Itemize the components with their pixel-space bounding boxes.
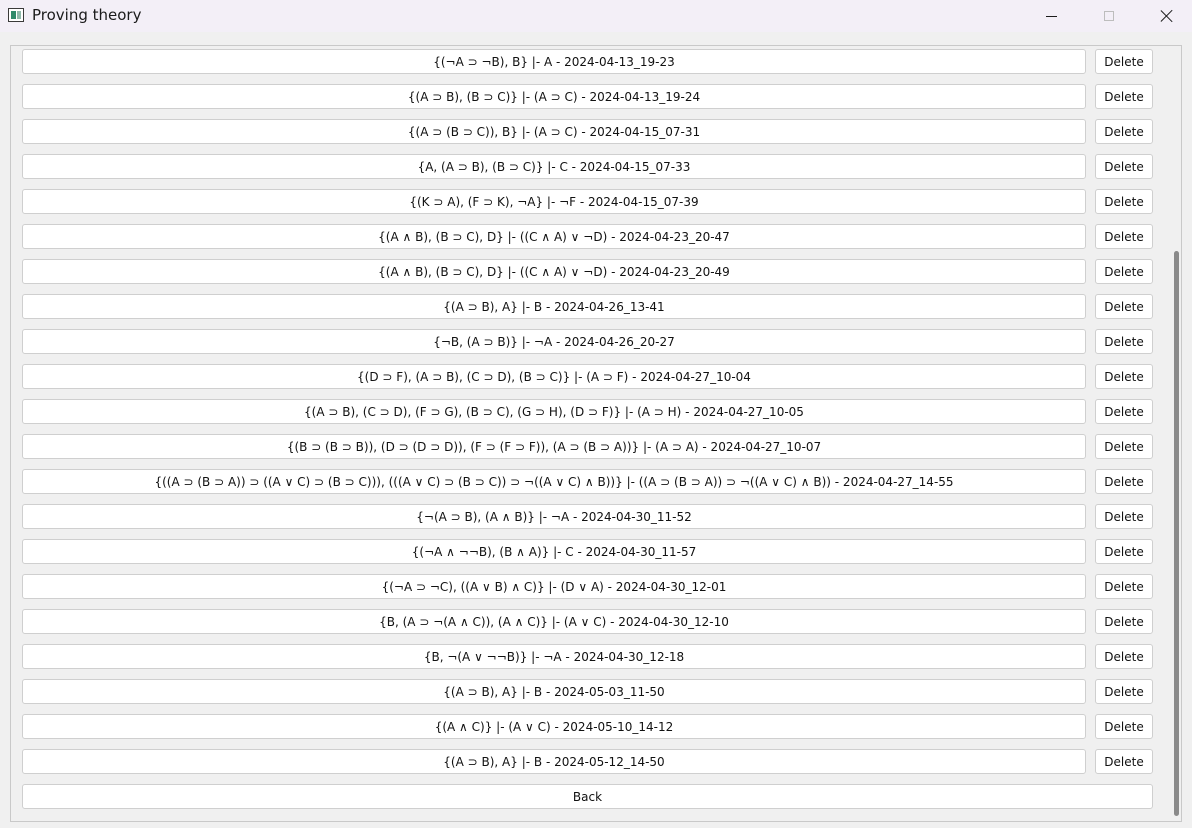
delete-button[interactable]: Delete [1095, 329, 1153, 354]
proof-entry-button[interactable]: {(A ⊃ B), A} |- B - 2024-05-12_14-50 [22, 749, 1086, 774]
proof-row: {B, (A ⊃ ¬(A ∧ C)), (A ∧ C)} |- (A ∨ C) … [22, 609, 1154, 644]
delete-button[interactable]: Delete [1095, 644, 1153, 669]
delete-button[interactable]: Delete [1095, 119, 1153, 144]
proof-entry-button[interactable]: {(D ⊃ F), (A ⊃ B), (C ⊃ D), (B ⊃ C)} |- … [22, 364, 1086, 389]
delete-button[interactable]: Delete [1095, 259, 1153, 284]
proof-entry-button[interactable]: {(A ⊃ B), A} |- B - 2024-05-03_11-50 [22, 679, 1086, 704]
app-window-icon [8, 8, 24, 22]
proof-row: {(A ⊃ B), A} |- B - 2024-04-26_13-41 Dele… [22, 294, 1154, 329]
minimize-button[interactable] [1022, 0, 1080, 32]
proof-row: {((A ⊃ (B ⊃ A)) ⊃ ((A ∨ C) ⊃ (B ⊃ C))), … [22, 469, 1154, 504]
proof-row: {(K ⊃ A), (F ⊃ K), ¬A} |- ¬F - 2024-04-1… [22, 189, 1154, 224]
delete-button[interactable]: Delete [1095, 224, 1153, 249]
proof-entry-button[interactable]: {(¬A ⊃ ¬C), ((A ∨ B) ∧ C)} |- (D ∨ A) - … [22, 574, 1086, 599]
proof-row: {B, ¬(A ∨ ¬¬B)} |- ¬A - 2024-04-30_12-18… [22, 644, 1154, 679]
delete-button[interactable]: Delete [1095, 84, 1153, 109]
scrollbar-thumb[interactable] [1174, 251, 1179, 816]
proof-entry-button[interactable]: {(¬A ⊃ ¬B), B} |- A - 2024-04-13_19-23 [22, 49, 1086, 74]
delete-button[interactable]: Delete [1095, 504, 1153, 529]
maximize-button[interactable] [1080, 0, 1138, 32]
proof-entry-button[interactable]: {(A ⊃ B), (B ⊃ C)} |- (A ⊃ C) - 2024-04-… [22, 84, 1086, 109]
proof-entry-button[interactable]: {(B ⊃ (B ⊃ B)), (D ⊃ (D ⊃ D)), (F ⊃ (F ⊃… [22, 434, 1086, 459]
delete-button[interactable]: Delete [1095, 469, 1153, 494]
close-icon [1160, 9, 1174, 23]
proof-entry-button[interactable]: {¬(A ⊃ B), (A ∧ B)} |- ¬A - 2024-04-30_1… [22, 504, 1086, 529]
proof-entry-button[interactable]: {(A ∧ B), (B ⊃ C), D} |- ((C ∧ A) ∨ ¬D) … [22, 259, 1086, 284]
proof-entry-button[interactable]: {(A ∧ C)} |- (A ∨ C) - 2024-05-10_14-12 [22, 714, 1086, 739]
delete-button[interactable]: Delete [1095, 539, 1153, 564]
delete-button[interactable]: Delete [1095, 749, 1153, 774]
delete-button[interactable]: Delete [1095, 574, 1153, 599]
delete-button[interactable]: Delete [1095, 364, 1153, 389]
proof-row: {(¬A ⊃ ¬B), B} |- A - 2024-04-13_19-23 De… [22, 49, 1154, 84]
proof-entry-button[interactable]: {(A ⊃ (B ⊃ C)), B} |- (A ⊃ C) - 2024-04-… [22, 119, 1086, 144]
title-bar: Proving theory [0, 0, 1192, 32]
proof-row: {¬(A ⊃ B), (A ∧ B)} |- ¬A - 2024-04-30_1… [22, 504, 1154, 539]
proof-entry-button[interactable]: {(¬A ∧ ¬¬B), (B ∧ A)} |- C - 2024-04-30_… [22, 539, 1086, 564]
proof-entry-button[interactable]: {A, (A ⊃ B), (B ⊃ C)} |- C - 2024-04-15_… [22, 154, 1086, 179]
proof-entry-button[interactable]: {B, ¬(A ∨ ¬¬B)} |- ¬A - 2024-04-30_12-18 [22, 644, 1086, 669]
close-button[interactable] [1138, 0, 1192, 32]
proof-row: {(B ⊃ (B ⊃ B)), (D ⊃ (D ⊃ D)), (F ⊃ (F ⊃… [22, 434, 1154, 469]
proof-row: {(A ⊃ B), A} |- B - 2024-05-12_14-50 Dele… [22, 749, 1154, 784]
proof-entry-button[interactable]: {(A ⊃ B), A} |- B - 2024-04-26_13-41 [22, 294, 1086, 319]
proof-row: {(A ∧ C)} |- (A ∨ C) - 2024-05-10_14-12 D… [22, 714, 1154, 749]
saved-proofs-list: {(¬A ⊃ ¬B), B} |- A - 2024-04-13_19-23 De… [22, 49, 1154, 784]
proof-row: {(A ⊃ B), (B ⊃ C)} |- (A ⊃ C) - 2024-04-… [22, 84, 1154, 119]
delete-button[interactable]: Delete [1095, 714, 1153, 739]
proof-row: {A, (A ⊃ B), (B ⊃ C)} |- C - 2024-04-15_… [22, 154, 1154, 189]
delete-button[interactable]: Delete [1095, 294, 1153, 319]
back-button[interactable]: Back [22, 784, 1153, 809]
proofs-panel: {(¬A ⊃ ¬B), B} |- A - 2024-04-13_19-23 De… [10, 45, 1182, 822]
minimize-icon [1045, 15, 1057, 17]
proof-row: {(A ⊃ B), A} |- B - 2024-05-03_11-50 Dele… [22, 679, 1154, 714]
proof-entry-button[interactable]: {¬B, (A ⊃ B)} |- ¬A - 2024-04-26_20-27 [22, 329, 1086, 354]
proof-entry-button[interactable]: {(K ⊃ A), (F ⊃ K), ¬A} |- ¬F - 2024-04-1… [22, 189, 1086, 214]
delete-button[interactable]: Delete [1095, 49, 1153, 74]
delete-button[interactable]: Delete [1095, 154, 1153, 179]
proof-entry-button[interactable]: {B, (A ⊃ ¬(A ∧ C)), (A ∧ C)} |- (A ∨ C) … [22, 609, 1086, 634]
delete-button[interactable]: Delete [1095, 609, 1153, 634]
proof-row: {(A ⊃ B), (C ⊃ D), (F ⊃ G), (B ⊃ C), (G … [22, 399, 1154, 434]
delete-button[interactable]: Delete [1095, 399, 1153, 424]
proof-row: {(A ⊃ (B ⊃ C)), B} |- (A ⊃ C) - 2024-04-… [22, 119, 1154, 154]
maximize-icon [1104, 11, 1114, 21]
proof-entry-button[interactable]: {((A ⊃ (B ⊃ A)) ⊃ ((A ∨ C) ⊃ (B ⊃ C))), … [22, 469, 1086, 494]
proof-entry-button[interactable]: {(A ∧ B), (B ⊃ C), D} |- ((C ∧ A) ∨ ¬D) … [22, 224, 1086, 249]
proof-row: {(¬A ∧ ¬¬B), (B ∧ A)} |- C - 2024-04-30_… [22, 539, 1154, 574]
proof-row: {¬B, (A ⊃ B)} |- ¬A - 2024-04-26_20-27 De… [22, 329, 1154, 364]
proof-row: {(A ∧ B), (B ⊃ C), D} |- ((C ∧ A) ∨ ¬D) … [22, 224, 1154, 259]
window-title: Proving theory [32, 6, 142, 24]
proof-row: {(¬A ⊃ ¬C), ((A ∨ B) ∧ C)} |- (D ∨ A) - … [22, 574, 1154, 609]
delete-button[interactable]: Delete [1095, 189, 1153, 214]
app-window: Proving theory {(¬A ⊃ ¬B), B} |- A - 202… [0, 0, 1192, 828]
proof-row: {(A ∧ B), (B ⊃ C), D} |- ((C ∧ A) ∨ ¬D) … [22, 259, 1154, 294]
proof-entry-button[interactable]: {(A ⊃ B), (C ⊃ D), (F ⊃ G), (B ⊃ C), (G … [22, 399, 1086, 424]
delete-button[interactable]: Delete [1095, 434, 1153, 459]
delete-button[interactable]: Delete [1095, 679, 1153, 704]
proof-row: {(D ⊃ F), (A ⊃ B), (C ⊃ D), (B ⊃ C)} |- … [22, 364, 1154, 399]
